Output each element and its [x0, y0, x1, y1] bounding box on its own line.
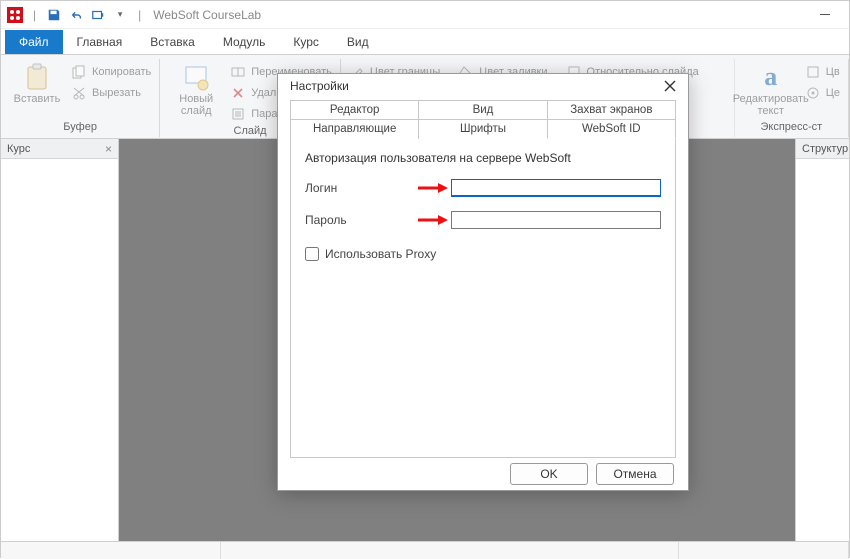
- rename-icon: [230, 64, 246, 80]
- dialog-buttons: OK Отмена: [278, 458, 688, 490]
- app-title: WebSoft CourseLab: [153, 8, 261, 22]
- ribbon-tabstrip: Файл Главная Вставка Модуль Курс Вид: [1, 29, 849, 55]
- left-panel-header: Курс ×: [1, 139, 118, 159]
- login-label: Логин: [305, 181, 415, 195]
- qat-separator: |: [33, 8, 36, 22]
- tab-guides[interactable]: Направляющие: [290, 119, 419, 139]
- tab-course[interactable]: Курс: [279, 30, 333, 54]
- auth-description: Авторизация пользователя на сервере WebS…: [305, 149, 661, 165]
- tab-insert[interactable]: Вставка: [136, 30, 209, 54]
- right-panel: Структур: [795, 139, 849, 541]
- undo-icon[interactable]: [68, 7, 84, 23]
- left-panel-body: [1, 159, 118, 541]
- cut-button[interactable]: Вырезать: [71, 84, 151, 102]
- password-row: Пароль: [305, 211, 661, 229]
- use-proxy-label: Использовать Proxy: [325, 247, 436, 261]
- use-proxy-checkbox[interactable]: [305, 247, 319, 261]
- dialog-tabpanel: Авторизация пользователя на сервере WebS…: [290, 138, 676, 458]
- dialog-tabs-row1: Редактор Вид Захват экранов: [290, 100, 676, 119]
- edit-text-label: Редактировать текст: [733, 93, 809, 117]
- close-icon[interactable]: [660, 76, 680, 96]
- use-proxy-row: Использовать Proxy: [305, 247, 661, 261]
- dialog-body: Редактор Вид Захват экранов Направляющие…: [278, 98, 688, 458]
- dialog-titlebar[interactable]: Настройки: [278, 74, 688, 98]
- quick-access-toolbar: | ▾ |: [29, 7, 145, 23]
- target-icon: [805, 85, 821, 101]
- group-title-text: Экспресс-ст: [743, 119, 840, 135]
- new-slide-icon: [182, 63, 210, 91]
- left-panel-title: Курс: [7, 143, 30, 155]
- app-icon: [7, 7, 23, 23]
- tab-view[interactable]: Вид: [418, 100, 547, 119]
- copy-icon: [71, 64, 87, 80]
- ok-label: OK: [540, 467, 557, 481]
- titlebar: | ▾ | WebSoft CourseLab: [1, 1, 849, 29]
- qat-separator: |: [138, 8, 141, 22]
- copy-button[interactable]: Копировать: [71, 63, 151, 81]
- tab-editor[interactable]: Редактор: [290, 100, 419, 119]
- new-slide-label: Новый слайд: [179, 93, 213, 117]
- dialog-tabs-row2: Направляющие Шрифты WebSoft ID: [290, 119, 676, 139]
- ribbon-group-text: a Редактировать текст Цв Це Экспресс-ст: [735, 59, 849, 137]
- password-input[interactable]: [451, 211, 661, 229]
- password-label: Пароль: [305, 213, 415, 227]
- tab-file[interactable]: Файл: [5, 30, 63, 54]
- scissors-icon: [71, 85, 87, 101]
- group-title-buffer: Буфер: [9, 119, 151, 135]
- text-color-button[interactable]: Цв: [805, 63, 840, 81]
- left-panel: Курс ×: [1, 139, 119, 541]
- tab-fonts[interactable]: Шрифты: [418, 119, 547, 139]
- right-panel-title: Структур: [802, 143, 848, 155]
- paste-label: Вставить: [14, 93, 61, 105]
- dialog-title: Настройки: [290, 79, 349, 93]
- text-a-icon: a: [757, 63, 785, 91]
- login-input[interactable]: [451, 179, 661, 197]
- edit-text-button[interactable]: a Редактировать текст: [743, 61, 799, 119]
- login-row: Логин: [305, 179, 661, 197]
- tab-websoft-id[interactable]: WebSoft ID: [547, 119, 676, 139]
- close-icon[interactable]: ×: [105, 142, 112, 156]
- arrow-icon: [415, 182, 451, 194]
- right-panel-header: Структур: [796, 139, 849, 159]
- ribbon-group-buffer: Вставить Копировать Вырезать Буфер: [1, 59, 160, 137]
- tab-screen-capture[interactable]: Захват экранов: [547, 100, 676, 119]
- redo-icon[interactable]: [90, 7, 106, 23]
- ok-button[interactable]: OK: [510, 463, 588, 485]
- text-target-label: Це: [826, 87, 840, 99]
- arrow-icon: [415, 214, 451, 226]
- cut-label: Вырезать: [92, 87, 141, 99]
- cancel-button[interactable]: Отмена: [596, 463, 674, 485]
- save-icon[interactable]: [46, 7, 62, 23]
- cancel-label: Отмена: [613, 467, 656, 481]
- text-color-icon: [805, 64, 821, 80]
- minimize-button[interactable]: [807, 3, 843, 27]
- tab-home[interactable]: Главная: [63, 30, 137, 54]
- text-color-label: Цв: [826, 66, 840, 78]
- paste-button[interactable]: Вставить: [9, 61, 65, 119]
- tab-view[interactable]: Вид: [333, 30, 383, 54]
- statusbar: [1, 541, 849, 559]
- new-slide-button[interactable]: Новый слайд: [168, 61, 224, 123]
- right-panel-body: [796, 159, 849, 541]
- delete-icon: [230, 85, 246, 101]
- clipboard-icon: [23, 63, 51, 91]
- params-icon: [230, 106, 246, 122]
- copy-label: Копировать: [92, 66, 151, 78]
- settings-dialog: Настройки Редактор Вид Захват экранов На…: [277, 73, 689, 491]
- text-target-button[interactable]: Це: [805, 84, 840, 102]
- qat-dropdown-icon[interactable]: ▾: [112, 7, 128, 23]
- tab-module[interactable]: Модуль: [209, 30, 280, 54]
